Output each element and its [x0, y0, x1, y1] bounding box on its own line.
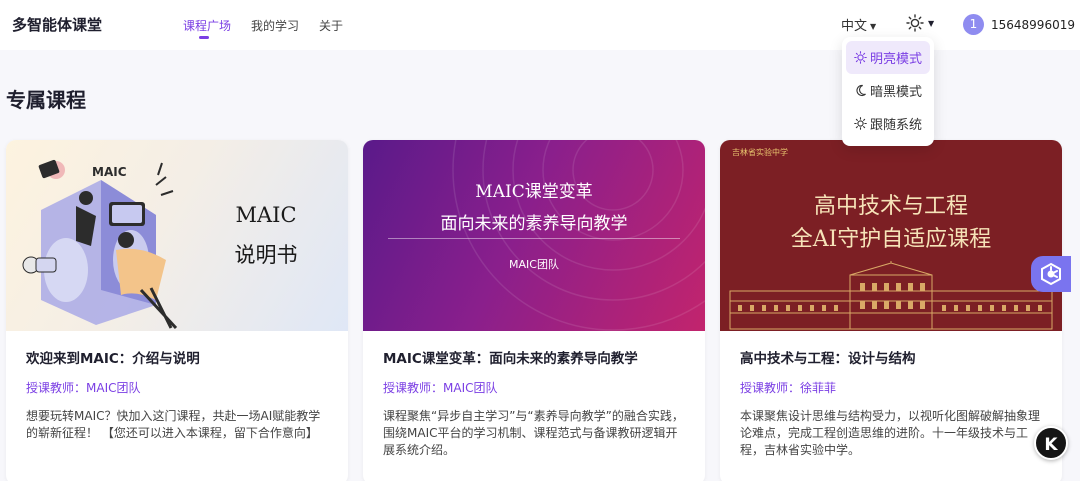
theme-menu-item-system[interactable]: 跟随系统: [846, 107, 930, 140]
sun-icon: [906, 14, 924, 32]
theme-menu-label: 暗黑模式: [870, 85, 923, 100]
app-logo[interactable]: 多智能体课堂: [12, 14, 102, 35]
cover-divider: [388, 238, 680, 239]
assistant-icon: [1041, 262, 1061, 286]
course-description: 想要玩转MAIC？快加入这门课程，共赴一场AI赋能教学的崭新征程！ 【您还可以进…: [26, 409, 321, 440]
section-title: 专属课程: [6, 88, 86, 112]
course-card[interactable]: 吉林省实验中学 高中技术与工程 全AI守护自适应课程 高中技术与工程：设计与结构…: [720, 140, 1062, 481]
course-cover: MAIC课堂变革 面向未来的素养导向教学 MAIC团队: [363, 140, 705, 331]
theme-menu: 明亮模式 暗黑模式 跟随系统: [842, 37, 934, 146]
cover-decoration: [452, 140, 705, 331]
theme-menu-item-dark[interactable]: 暗黑模式: [846, 74, 930, 107]
cover-title: MAIC 说明书: [221, 195, 311, 275]
course-teacher: 授课教师：MAIC团队: [26, 381, 141, 395]
theme-menu-label: 跟随系统: [870, 118, 923, 133]
course-description: 本课聚焦设计思维与结构受力，以视听化图解破解抽象理论难点，完成工程创造思维的进阶…: [740, 409, 1041, 457]
cover-title-line1: MAIC课堂变革: [475, 182, 593, 202]
assistant-button[interactable]: [1031, 256, 1071, 292]
cover-art-text: MAIC: [92, 165, 127, 179]
main-nav: 课程广场 我的学习 关于: [183, 17, 343, 34]
course-title[interactable]: 欢迎来到MAIC：介绍与说明: [26, 347, 328, 367]
sun-icon: [854, 117, 867, 130]
nav-item-course-square[interactable]: 课程广场: [183, 17, 231, 34]
cover-title-line2: 全AI守护自适应课程: [790, 227, 992, 252]
k-floating-button[interactable]: K: [1034, 426, 1068, 460]
avatar[interactable]: 1: [963, 14, 984, 35]
course-cover: 吉林省实验中学 高中技术与工程 全AI守护自适应课程: [720, 140, 1062, 331]
course-card[interactable]: MAIC MAIC 说明书 欢迎来到MAIC：介绍与说明 授课教师：MAIC团队…: [6, 140, 348, 481]
course-description: 课程聚焦“异步自主学习”与“素养导向教学”的融合实践，围绕MAIC平台的学习机制…: [383, 409, 684, 457]
maic-illustration: MAIC: [22, 159, 178, 330]
course-teacher: 授课教师：徐菲菲: [740, 381, 837, 395]
course-teacher: 授课教师：MAIC团队: [383, 381, 498, 395]
course-title[interactable]: MAIC课堂变革：面向未来的素养导向教学: [383, 347, 685, 367]
nav-item-my-learning[interactable]: 我的学习: [251, 17, 299, 34]
theme-menu-label: 明亮模式: [870, 52, 923, 67]
caret-down-icon: ▼: [870, 22, 877, 31]
cover-title-line1: 高中技术与工程: [813, 194, 968, 219]
course-title[interactable]: 高中技术与工程：设计与结构: [740, 347, 1042, 367]
caret-down-icon: ▼: [928, 18, 935, 28]
theme-menu-item-light[interactable]: 明亮模式: [846, 41, 930, 74]
cover-title-line2: 说明书: [234, 243, 298, 267]
cover-title-line1: MAIC: [235, 203, 297, 227]
course-cover: MAIC MAIC 说明书: [6, 140, 348, 331]
moon-icon: [856, 84, 866, 97]
cover-school-name: 吉林省实验中学: [732, 148, 788, 157]
sun-icon: [854, 51, 867, 64]
cover-title-line2: 面向未来的素养导向教学: [440, 214, 628, 234]
user-phone[interactable]: 15648996019: [991, 18, 1075, 32]
nav-active-indicator: [199, 36, 209, 39]
cover-team: MAIC团队: [509, 258, 559, 271]
school-building-illustration: [729, 261, 1053, 330]
course-card[interactable]: MAIC课堂变革 面向未来的素养导向教学 MAIC团队 MAIC课堂变革：面向未…: [363, 140, 705, 481]
language-selector[interactable]: 中文 ▼: [841, 15, 876, 34]
theme-toggle-button[interactable]: ▼: [906, 14, 934, 32]
language-label: 中文: [841, 19, 868, 34]
nav-item-about[interactable]: 关于: [319, 17, 343, 34]
